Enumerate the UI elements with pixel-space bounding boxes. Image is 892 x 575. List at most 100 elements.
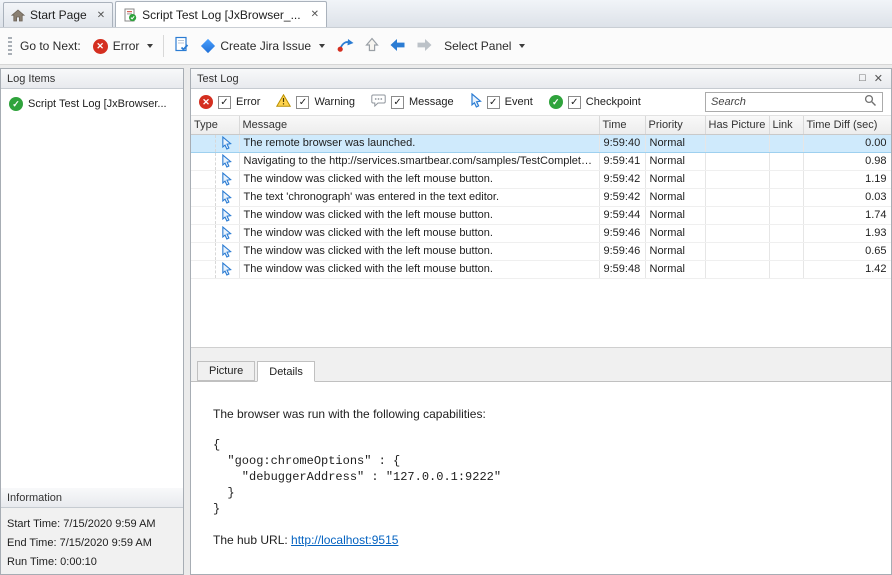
log-row[interactable]: The window was clicked with the left mou… bbox=[191, 170, 891, 188]
row-type-cell bbox=[191, 260, 239, 278]
column-header-priority[interactable]: Priority bbox=[645, 116, 705, 134]
checkpoint-checkbox[interactable] bbox=[568, 96, 581, 109]
close-icon[interactable] bbox=[97, 10, 105, 21]
go-up-button[interactable] bbox=[360, 33, 384, 59]
filter-event[interactable]: Event bbox=[470, 93, 533, 111]
filter-warning[interactable]: Warning bbox=[276, 94, 355, 110]
test-log-icon bbox=[123, 8, 137, 22]
tab-label: Start Page bbox=[30, 8, 87, 22]
chevron-down-icon bbox=[519, 44, 525, 48]
row-type-cell bbox=[191, 134, 239, 152]
go-to-next-error-button[interactable]: Error bbox=[87, 35, 160, 58]
row-time-diff-cell: 0.65 bbox=[803, 242, 891, 260]
row-priority-cell: Normal bbox=[645, 134, 705, 152]
warning-checkbox[interactable] bbox=[296, 96, 309, 109]
search-input[interactable]: Search bbox=[705, 92, 883, 112]
filter-message[interactable]: Message bbox=[371, 94, 454, 110]
event-icon bbox=[221, 155, 232, 167]
column-header-type[interactable]: Type bbox=[191, 116, 239, 134]
log-row[interactable]: The remote browser was launched. 9:59:40… bbox=[191, 134, 891, 152]
message-checkbox[interactable] bbox=[391, 96, 404, 109]
toolbar-grip[interactable] bbox=[8, 37, 12, 55]
column-header-message[interactable]: Message bbox=[239, 116, 599, 134]
row-has-picture-cell bbox=[705, 134, 769, 152]
tab-label: Script Test Log [JxBrowser_... bbox=[142, 8, 301, 22]
close-icon[interactable]: ✕ bbox=[874, 72, 883, 85]
row-has-picture-cell bbox=[705, 170, 769, 188]
filter-checkpoint[interactable]: Checkpoint bbox=[549, 95, 641, 109]
details-intro: The browser was run with the following c… bbox=[213, 407, 881, 421]
log-table-body: The remote browser was launched. 9:59:40… bbox=[191, 134, 891, 278]
error-checkbox[interactable] bbox=[218, 96, 231, 109]
row-time-cell: 9:59:44 bbox=[599, 206, 645, 224]
log-row[interactable]: The window was clicked with the left mou… bbox=[191, 260, 891, 278]
log-row[interactable]: The text 'chronograph' was entered in th… bbox=[191, 188, 891, 206]
column-header-time-diff[interactable]: Time Diff (sec) bbox=[803, 116, 891, 134]
row-time-cell: 9:59:48 bbox=[599, 260, 645, 278]
row-time-diff-cell: 1.19 bbox=[803, 170, 891, 188]
error-icon bbox=[93, 39, 108, 54]
row-link-cell bbox=[769, 134, 803, 152]
post-results-button[interactable] bbox=[168, 32, 195, 60]
error-button-label: Error bbox=[113, 39, 140, 53]
row-link-cell bbox=[769, 224, 803, 242]
tree-item-script-test-log[interactable]: Script Test Log [JxBrowser... bbox=[1, 95, 183, 113]
row-time-diff-cell: 1.74 bbox=[803, 206, 891, 224]
horizontal-splitter[interactable] bbox=[191, 348, 891, 360]
log-row[interactable]: Navigating to the http://services.smartb… bbox=[191, 152, 891, 170]
row-time-diff-cell: 0.98 bbox=[803, 152, 891, 170]
maximize-icon[interactable]: □ bbox=[859, 72, 866, 85]
row-time-cell: 9:59:40 bbox=[599, 134, 645, 152]
tab-picture[interactable]: Picture bbox=[197, 361, 255, 381]
select-panel-button[interactable]: Select Panel bbox=[438, 35, 531, 57]
log-row[interactable]: The window was clicked with the left mou… bbox=[191, 224, 891, 242]
details-code: { "goog:chromeOptions" : { "debuggerAddr… bbox=[213, 437, 881, 517]
log-table-area: Type Message Time Priority Has Picture L… bbox=[191, 116, 891, 348]
hub-url-line: The hub URL: http://localhost:9515 bbox=[213, 533, 881, 547]
filter-error[interactable]: Error bbox=[199, 95, 260, 109]
row-link-cell bbox=[769, 152, 803, 170]
row-type-cell bbox=[191, 188, 239, 206]
close-icon[interactable] bbox=[311, 9, 319, 20]
tab-script-test-log[interactable]: Script Test Log [JxBrowser_... bbox=[115, 1, 327, 27]
back-button[interactable] bbox=[384, 34, 411, 59]
filter-label: Checkpoint bbox=[586, 96, 641, 108]
search-placeholder: Search bbox=[711, 96, 864, 108]
column-header-has-picture[interactable]: Has Picture bbox=[705, 116, 769, 134]
row-link-cell bbox=[769, 188, 803, 206]
jump-to-run-button[interactable] bbox=[331, 33, 360, 60]
chevron-down-icon bbox=[319, 44, 325, 48]
column-header-time[interactable]: Time bbox=[599, 116, 645, 134]
tab-label: Picture bbox=[209, 365, 243, 377]
error-icon bbox=[199, 95, 213, 109]
row-has-picture-cell bbox=[705, 242, 769, 260]
tab-details[interactable]: Details bbox=[257, 361, 315, 382]
row-has-picture-cell bbox=[705, 152, 769, 170]
testcomplete-window: Start Page Script Test Log [JxBrowser_..… bbox=[0, 0, 892, 575]
arrow-right-icon bbox=[416, 38, 433, 55]
column-header-link[interactable]: Link bbox=[769, 116, 803, 134]
row-time-diff-cell: 1.93 bbox=[803, 224, 891, 242]
details-tabbar: Picture Details bbox=[191, 360, 891, 381]
row-message-cell: The window was clicked with the left mou… bbox=[239, 242, 599, 260]
log-items-title: Log Items bbox=[7, 73, 55, 85]
select-panel-label: Select Panel bbox=[444, 39, 511, 53]
row-type-cell bbox=[191, 224, 239, 242]
log-row[interactable]: The window was clicked with the left mou… bbox=[191, 206, 891, 224]
tab-start-page[interactable]: Start Page bbox=[3, 2, 113, 27]
row-message-cell: The text 'chronograph' was entered in th… bbox=[239, 188, 599, 206]
row-priority-cell: Normal bbox=[645, 242, 705, 260]
create-jira-issue-button[interactable]: Create Jira Issue bbox=[195, 35, 331, 57]
row-has-picture-cell bbox=[705, 260, 769, 278]
warning-icon bbox=[276, 94, 291, 110]
filter-label: Warning bbox=[314, 96, 355, 108]
arrow-up-icon bbox=[365, 37, 379, 55]
event-icon bbox=[221, 137, 232, 149]
event-checkbox[interactable] bbox=[487, 96, 500, 109]
create-jira-label: Create Jira Issue bbox=[220, 39, 311, 53]
checkmark-icon bbox=[9, 97, 23, 111]
row-has-picture-cell bbox=[705, 206, 769, 224]
log-row[interactable]: The window was clicked with the left mou… bbox=[191, 242, 891, 260]
forward-button[interactable] bbox=[411, 34, 438, 59]
hub-url-link[interactable]: http://localhost:9515 bbox=[291, 533, 398, 547]
